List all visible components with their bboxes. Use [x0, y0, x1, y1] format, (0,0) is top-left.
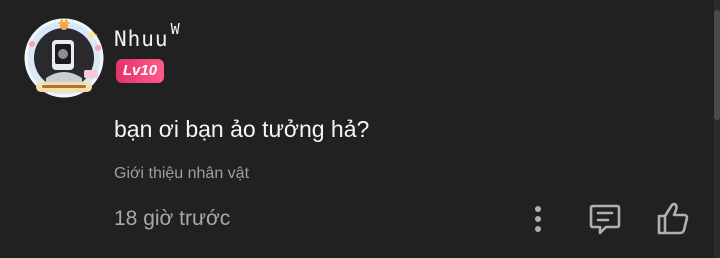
- level-badge: Lv10: [116, 59, 164, 83]
- character-intro-link[interactable]: Giới thiệu nhân vật: [114, 165, 249, 183]
- username-text[interactable]: Nhuu: [114, 27, 169, 51]
- scroll-thumb[interactable]: [714, 10, 720, 120]
- comment-text: bạn ơi bạn ảo tưởng hả?: [114, 116, 370, 142]
- scrollbar[interactable]: [714, 0, 720, 258]
- like-button[interactable]: [655, 200, 691, 238]
- comment-card: Nhuu W Lv10 bạn ơi bạn ảo tưởng hả? Giới …: [0, 0, 720, 258]
- comment-icon: [589, 204, 621, 235]
- thumbs-up-icon: [657, 202, 689, 235]
- username[interactable]: Nhuu W: [114, 20, 181, 51]
- more-options-button[interactable]: [520, 200, 556, 238]
- username-suffix: W: [170, 20, 181, 38]
- reply-button[interactable]: [587, 200, 623, 238]
- timestamp: 18 giờ trước: [114, 207, 231, 230]
- more-vertical-icon: [535, 206, 541, 232]
- avatar[interactable]: [22, 14, 106, 98]
